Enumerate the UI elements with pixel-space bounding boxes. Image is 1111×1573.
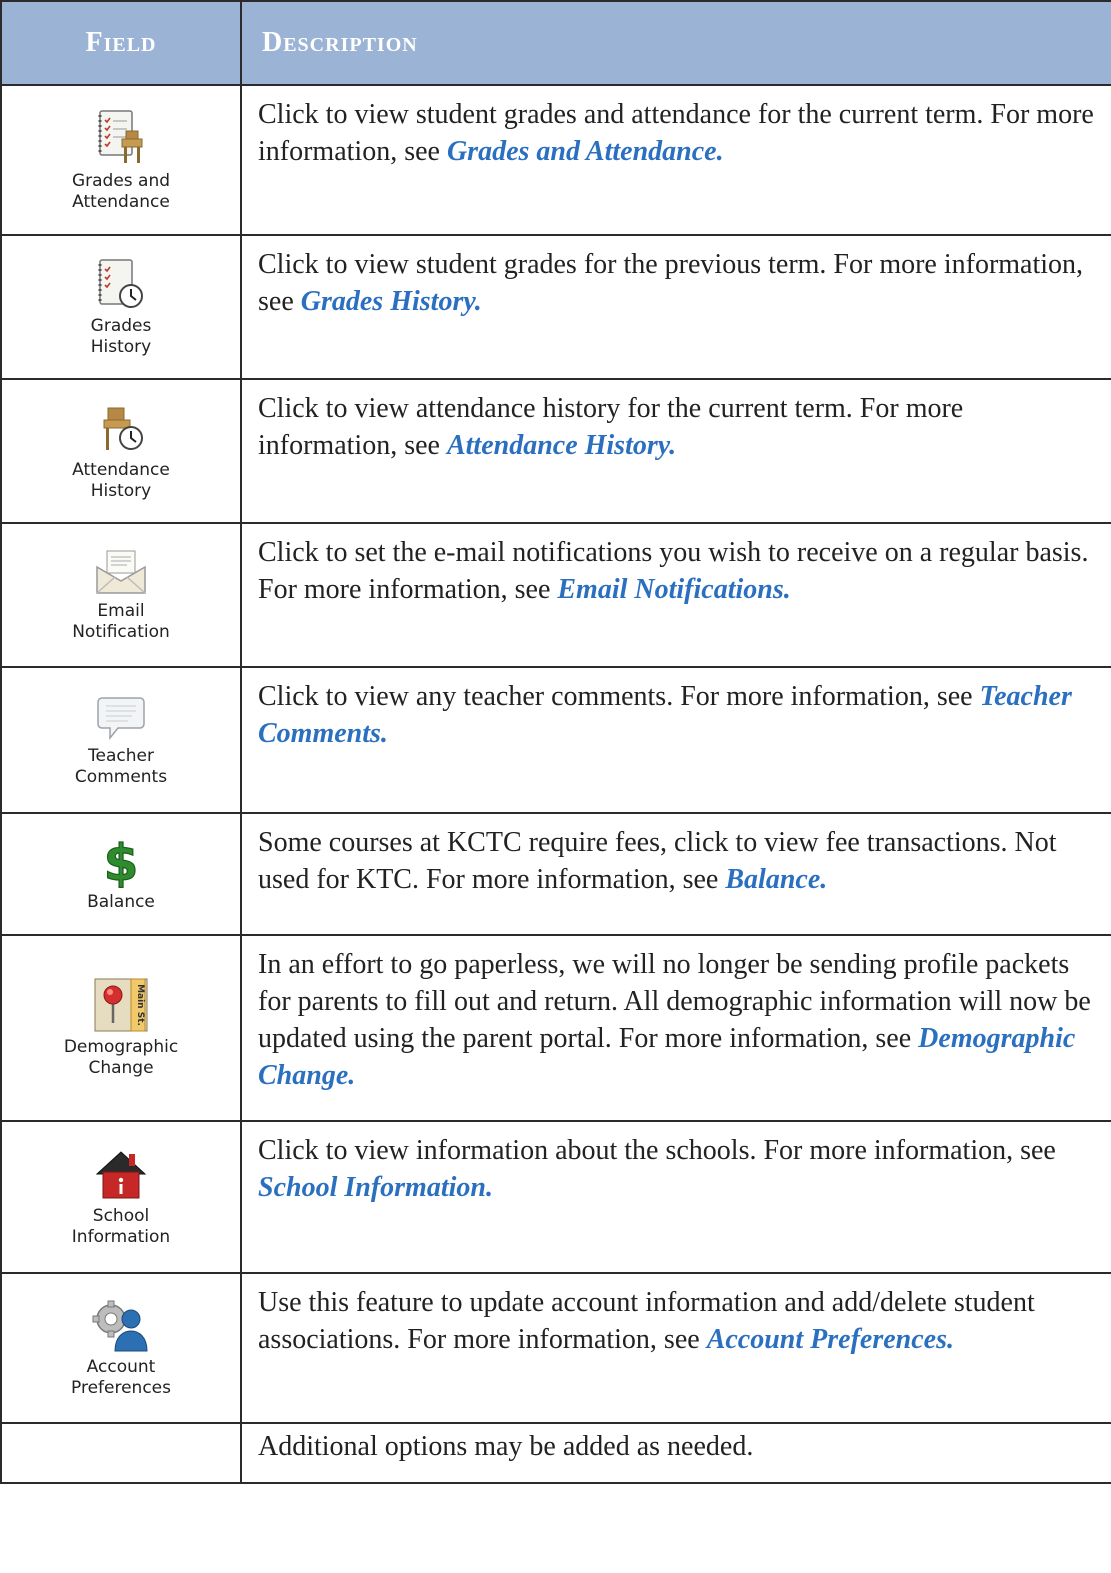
field-cell[interactable]: Teacher Comments: [0, 666, 242, 814]
table-row: Teacher Comments Click to view any teach…: [0, 666, 1111, 814]
description-cell: Click to view attendance history for the…: [240, 378, 1111, 524]
link-email-notifications[interactable]: Email Notifications.: [557, 574, 790, 605]
field-label: Balance: [87, 891, 155, 912]
link-grades-and-attendance[interactable]: Grades and Attendance.: [447, 136, 724, 167]
field-cell[interactable]: Grades and Attendance: [0, 84, 242, 236]
link-balance[interactable]: Balance.: [725, 864, 827, 895]
description-cell: In an effort to go paperless, we will no…: [240, 934, 1111, 1122]
field-cell[interactable]: $ Balance: [0, 812, 242, 936]
field-label: Attendance: [72, 460, 170, 480]
field-label: Grades and: [71, 171, 171, 191]
grades-history-icon: [98, 259, 143, 308]
description-cell: Some courses at KCTC require fees, click…: [240, 812, 1111, 936]
map-pin-street-icon: Main St.: [94, 978, 148, 1032]
link-attendance-history[interactable]: Attendance History.: [447, 430, 676, 461]
description-cell: Use this feature to update account infor…: [240, 1272, 1111, 1424]
description-cell: Additional options may be added as neede…: [240, 1422, 1111, 1484]
description-cell: Click to view any teacher comments. For …: [240, 666, 1111, 814]
description-text: Some courses at KCTC require fees, click…: [258, 827, 1057, 895]
field-description-table: Field Description Grades and Attendance …: [0, 0, 1111, 1484]
field-cell[interactable]: Attendance History: [0, 378, 242, 524]
description-text: Additional options may be added as neede…: [258, 1431, 754, 1462]
street-sign-label: Main St.: [135, 984, 145, 1026]
field-label: Account: [86, 1357, 156, 1377]
field-label: School: [92, 1206, 150, 1226]
description-cell: Click to view information about the scho…: [240, 1120, 1111, 1274]
field-label: Notification: [72, 622, 170, 642]
description-text: Click to view any teacher comments. For …: [258, 681, 980, 712]
field-label: Preferences: [71, 1378, 171, 1398]
field-cell[interactable]: Email Notification: [0, 522, 242, 668]
field-cell[interactable]: Main St. Demographic Change: [0, 934, 242, 1122]
field-cell: [0, 1422, 242, 1484]
header-field: Field: [0, 0, 242, 86]
field-label: Grades: [90, 316, 152, 336]
field-label: Change: [88, 1058, 154, 1078]
table-row: School Information Click to view informa…: [0, 1120, 1111, 1274]
header-row: Field Description: [0, 0, 1111, 86]
table-row: Main St. Demographic Change In an effort…: [0, 934, 1111, 1122]
field-label: Demographic: [63, 1037, 179, 1057]
teacher-comments-icon: [97, 697, 145, 741]
description-text: Click to view information about the scho…: [258, 1135, 1056, 1166]
description-cell: Click to set the e-mail notifications yo…: [240, 522, 1111, 668]
attendance-history-icon: [103, 407, 143, 450]
field-cell[interactable]: Grades History: [0, 234, 242, 380]
field-label: Teacher: [88, 746, 154, 766]
gear-user-icon: [92, 1300, 148, 1352]
table-row: Grades History Click to view student gra…: [0, 234, 1111, 380]
svg-text:$: $: [104, 836, 139, 888]
link-account-preferences[interactable]: Account Preferences.: [707, 1324, 954, 1355]
school-house-icon: [95, 1151, 147, 1199]
field-label: Information: [71, 1227, 171, 1247]
table-row: $ Balance Some courses at KCTC require f…: [0, 812, 1111, 936]
field-label: History: [90, 481, 152, 501]
grades-attendance-icon: [98, 110, 143, 163]
email-notification-icon: [96, 550, 146, 594]
table-row: Attendance History Click to view attenda…: [0, 378, 1111, 524]
field-cell[interactable]: School Information: [0, 1120, 242, 1274]
table-row: Grades and Attendance Click to view stud…: [0, 84, 1111, 236]
description-cell: Click to view student grades and attenda…: [240, 84, 1111, 236]
field-label: Email: [97, 601, 145, 621]
description-cell: Click to view student grades for the pre…: [240, 234, 1111, 380]
table-row: Email Notification Click to set the e-ma…: [0, 522, 1111, 668]
table-row: Additional options may be added as neede…: [0, 1422, 1111, 1484]
field-label: Attendance: [72, 192, 170, 212]
link-school-information[interactable]: School Information.: [258, 1172, 493, 1203]
header-description: Description: [240, 0, 1111, 86]
table-row: Account Preferences Use this feature to …: [0, 1272, 1111, 1424]
link-grades-history[interactable]: Grades History.: [301, 286, 482, 317]
field-label: History: [90, 337, 152, 357]
field-label: Comments: [74, 767, 168, 787]
field-cell[interactable]: Account Preferences: [0, 1272, 242, 1424]
dollar-sign-icon: $: [103, 836, 139, 888]
